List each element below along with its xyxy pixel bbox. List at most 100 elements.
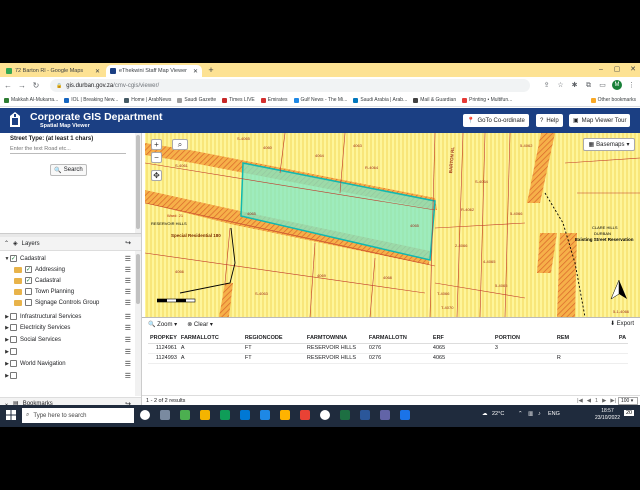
profile-avatar[interactable]: M — [612, 80, 622, 90]
layer-item-world-navigation[interactable]: ▶ World Navigation ☰ — [0, 358, 134, 369]
teams-icon[interactable] — [380, 410, 390, 420]
bookmark-item[interactable]: Makkah Al-Mukarra... — [4, 97, 58, 103]
app-icon[interactable] — [240, 410, 250, 420]
app-icon[interactable] — [280, 410, 290, 420]
bookmark-item[interactable]: Saudi Gazette — [177, 97, 216, 103]
layer-item-town-planning[interactable]: Town Planning ☰ — [0, 286, 134, 297]
minimize-icon[interactable]: – — [594, 64, 608, 76]
clear-results-button[interactable]: ⊗ Clear ▾ — [187, 321, 213, 328]
layers-scrollbar[interactable] — [135, 251, 141, 396]
layer-checkbox[interactable] — [25, 288, 32, 295]
excel-icon[interactable] — [340, 410, 350, 420]
layer-item-infrastructural[interactable]: ▶ Infrastructural Services ☰ — [0, 311, 134, 322]
map-search-icon[interactable]: ⌕ — [172, 139, 188, 150]
share-icon[interactable]: ⇪ — [542, 81, 551, 90]
bookmark-item[interactable]: Home | ArabNews — [124, 97, 171, 103]
bookmark-item[interactable]: Printing • Multifun... — [462, 97, 512, 103]
close-tab-icon[interactable]: ✕ — [95, 68, 100, 75]
layer-item-unnamed[interactable]: ▶ ☰ — [0, 346, 134, 357]
zoom-results-button[interactable]: 🔍 Zoom ▾ — [148, 321, 177, 328]
app-icon[interactable] — [260, 410, 270, 420]
layer-checkbox[interactable] — [10, 313, 17, 320]
prev-page-icon[interactable]: ◀ — [587, 398, 591, 404]
address-bar[interactable]: 🔒 gis.durban.gov.za /cmv-cgis/viewer/ — [50, 79, 530, 92]
layer-menu-icon[interactable]: ☰ — [125, 324, 131, 332]
street-search-input[interactable] — [10, 144, 126, 154]
layer-menu-icon[interactable]: ☰ — [125, 277, 131, 285]
table-row[interactable]: 1124961 A FT RESERVOIR HILLS 0276 4065 3 — [148, 343, 629, 354]
edge-icon[interactable] — [220, 410, 230, 420]
other-bookmarks[interactable]: Other bookmarks — [590, 97, 636, 103]
extension-icon[interactable]: ✱ — [570, 81, 579, 90]
taskbar-clock[interactable]: 18:57 23/10/2022 — [595, 408, 620, 422]
chevron-up-icon[interactable]: ⌃ — [4, 240, 9, 247]
layer-checkbox[interactable] — [10, 348, 17, 355]
bookmark-item[interactable]: Mail & Guardian — [413, 97, 456, 103]
column-header[interactable]: REGIONCODE — [242, 333, 305, 344]
layer-checkbox[interactable] — [10, 336, 17, 343]
layer-checkbox[interactable]: ✓ — [25, 277, 32, 284]
task-view-icon[interactable] — [160, 410, 170, 420]
back-icon[interactable]: ← — [2, 80, 14, 92]
app-icon[interactable] — [300, 410, 310, 420]
column-header[interactable]: PORTION — [492, 333, 555, 344]
layer-menu-icon[interactable]: ☰ — [125, 299, 131, 307]
column-header[interactable]: PROPKEY — [148, 333, 179, 344]
search-button[interactable]: 🔍 Search — [50, 164, 87, 176]
basemaps-button[interactable]: ▦ Basemaps ▾ — [583, 138, 635, 151]
layer-item-electricity[interactable]: ▶ Electricity Services ☰ — [0, 322, 134, 333]
map-viewer-tour-button[interactable]: ▣ Map Viewer Tour — [569, 114, 631, 127]
menu-kebab-icon[interactable]: ⋮ — [627, 81, 636, 90]
layer-item-cadastral[interactable]: ▼ ✓ Cadastral ☰ — [0, 253, 134, 264]
cadastral-map[interactable] — [145, 133, 640, 317]
scrollbar-thumb[interactable] — [136, 135, 140, 229]
bookmark-item[interactable]: IOL | Breaking New... — [64, 97, 118, 103]
layer-checkbox[interactable]: ✓ — [25, 266, 32, 273]
table-row[interactable]: 1124993 A FT RESERVOIR HILLS 0276 4065 R — [148, 353, 629, 364]
page-number[interactable]: 1 — [595, 398, 598, 404]
taskbar-search-box[interactable]: ⌕ Type here to search — [22, 408, 134, 423]
help-button[interactable]: ? Help — [536, 114, 563, 127]
forward-icon[interactable]: → — [16, 80, 28, 92]
layer-checkbox[interactable]: ✓ — [10, 255, 17, 262]
notification-count[interactable]: 20 — [624, 410, 635, 416]
chrome-icon[interactable] — [320, 410, 330, 420]
layer-item-social[interactable]: ▶ Social Services ☰ — [0, 334, 134, 345]
zoom-in-button[interactable]: + — [151, 139, 162, 150]
network-icon[interactable]: ▥ — [528, 411, 533, 417]
pan-arrows-icon[interactable]: ✥ — [151, 170, 162, 181]
tab-google-maps[interactable]: 72 Barton Rl - Google Maps ✕ — [2, 65, 104, 77]
layer-checkbox[interactable] — [25, 299, 32, 306]
last-page-icon[interactable]: ▶| — [610, 398, 616, 404]
windows-start-icon[interactable] — [6, 410, 16, 420]
map-canvas[interactable]: Special Residential 180 Existing Street … — [145, 133, 640, 317]
file-explorer-icon[interactable] — [200, 410, 210, 420]
layers-panel-header[interactable]: ⌃ ◈ Layers ↪ — [0, 237, 141, 251]
layer-checkbox[interactable] — [10, 324, 17, 331]
layer-menu-icon[interactable]: ☰ — [125, 348, 131, 356]
layer-menu-icon[interactable]: ☰ — [125, 336, 131, 344]
search-panel-scrollbar[interactable] — [135, 133, 141, 233]
share-icon[interactable]: ↪ — [125, 239, 131, 247]
tray-chevron-icon[interactable]: ⌃ — [518, 411, 523, 417]
layer-item-unnamed[interactable]: ▶ ☰ — [0, 370, 134, 381]
tab-map-viewer[interactable]: eThekwini Staff Map Viewer ✕ — [106, 65, 202, 77]
column-header[interactable]: FARMALLOTN — [366, 333, 431, 344]
layer-menu-icon[interactable]: ☰ — [125, 313, 131, 321]
chrome-active-icon[interactable] — [400, 410, 410, 420]
bookmark-item[interactable]: Saudi Arabia | Arab... — [353, 97, 407, 103]
layer-item-addressing[interactable]: ✓ Addressing ☰ — [0, 264, 134, 275]
close-window-icon[interactable]: ✕ — [626, 64, 640, 76]
sidebar-icon[interactable]: ▭ — [598, 81, 607, 90]
app-icon[interactable] — [180, 410, 190, 420]
goto-coordinate-button[interactable]: 📍 GoTo Co-ordinate — [463, 114, 529, 127]
layer-item-signage-controls[interactable]: Signage Controls Group ☰ — [0, 297, 134, 308]
layer-menu-icon[interactable]: ☰ — [125, 288, 131, 296]
export-button[interactable]: ⬇ Export — [610, 320, 634, 327]
column-header[interactable]: FARMTOWNNA — [304, 333, 367, 344]
star-icon[interactable]: ☆ — [556, 81, 565, 90]
first-page-icon[interactable]: |◀ — [577, 398, 583, 404]
column-header[interactable]: REM — [554, 333, 617, 344]
zoom-out-button[interactable]: − — [151, 152, 162, 163]
layer-menu-icon[interactable]: ☰ — [125, 372, 131, 380]
